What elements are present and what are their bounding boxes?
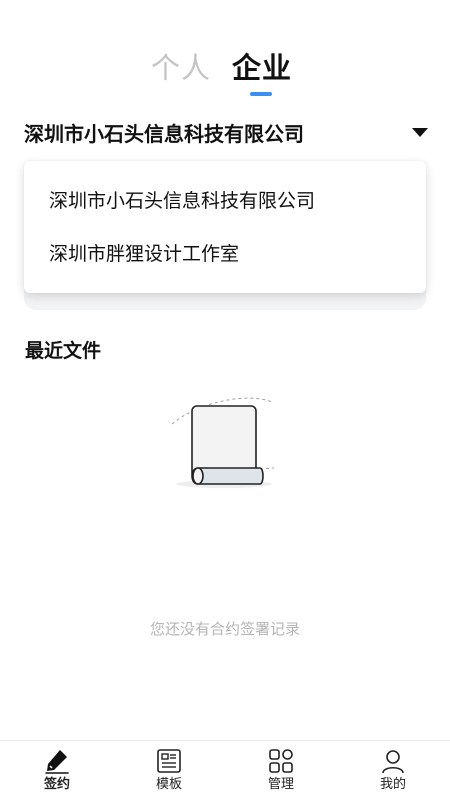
grid-manage-icon — [269, 749, 293, 773]
bottom-navigation: 签约 模板 管理 我的 — [0, 740, 450, 801]
dropdown-item-company[interactable]: 深圳市胖狸设计工作室 — [49, 240, 239, 268]
nav-label-mine: 我的 — [379, 777, 406, 792]
user-icon — [382, 750, 404, 774]
company-selector[interactable]: 深圳市小石头信息科技有限公司 — [24, 116, 432, 152]
caret-down-icon[interactable] — [412, 128, 428, 137]
empty-document-icon — [171, 397, 275, 488]
template-icon — [157, 749, 181, 773]
selected-company-name: 深圳市小石头信息科技有限公司 — [24, 122, 304, 146]
nav-item-manage[interactable]: 管理 — [241, 747, 321, 797]
nav-item-sign[interactable]: 签约 — [17, 747, 97, 797]
nav-item-mine[interactable]: 我的 — [353, 747, 433, 797]
pen-sign-icon — [45, 750, 69, 774]
dropdown-item-company[interactable]: 深圳市小石头信息科技有限公司 — [49, 187, 315, 215]
recent-files-title: 最近文件 — [25, 340, 102, 362]
tab-company[interactable]: 企业 — [232, 48, 292, 88]
nav-label-template: 模板 — [155, 777, 182, 792]
empty-state-text: 您还没有合约签署记录 — [149, 620, 300, 638]
nav-item-template[interactable]: 模板 — [129, 747, 209, 797]
nav-label-sign: 签约 — [43, 777, 70, 792]
contract-sign-page: 个人 企业 深圳市小石头信息科技有限公司 请输入名称搜索 深圳市小石头信息科技有… — [0, 0, 450, 801]
active-tab-indicator — [250, 92, 272, 96]
company-dropdown: 深圳市小石头信息科技有限公司 深圳市胖狸设计工作室 — [24, 161, 426, 293]
tab-personal[interactable]: 个人 — [151, 48, 211, 88]
nav-label-manage: 管理 — [267, 777, 294, 792]
account-type-tabs: 个人 企业 — [0, 48, 450, 98]
